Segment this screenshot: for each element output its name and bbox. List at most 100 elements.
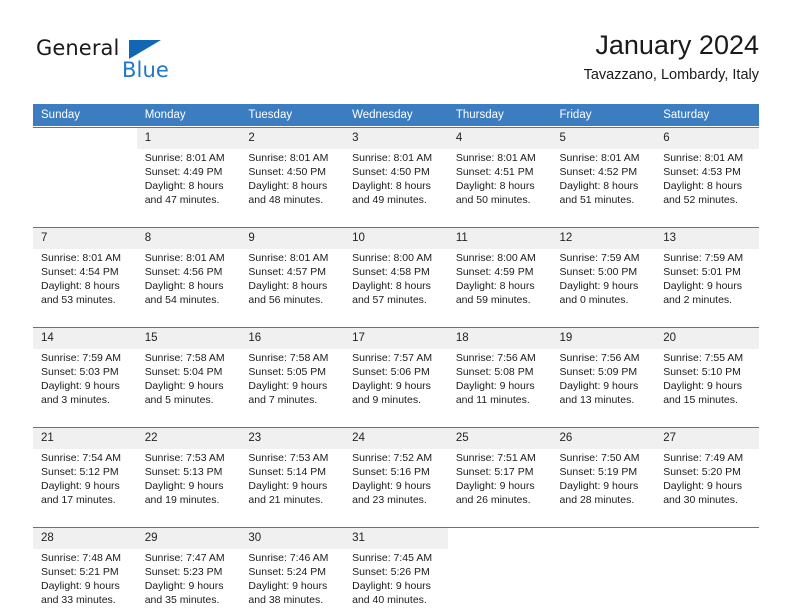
sunset-text: Sunset: 4:50 PM xyxy=(248,166,327,179)
day-number[interactable]: 22 xyxy=(136,427,241,449)
day-number[interactable]: 21 xyxy=(33,427,137,449)
day-detail: Sunrise: 7:53 AM Sunset: 5:14 PM Dayligh… xyxy=(240,449,345,515)
daylight-text-line2: and 30 minutes. xyxy=(663,494,738,507)
day-number[interactable]: 10 xyxy=(344,227,448,249)
day-detail: Sunrise: 7:47 AM Sunset: 5:23 PM Dayligh… xyxy=(136,549,241,615)
sunrise-text: Sunrise: 7:57 AM xyxy=(352,352,433,364)
day-detail: Sunrise: 8:00 AM Sunset: 4:58 PM Dayligh… xyxy=(344,249,448,315)
sunset-text: Sunset: 4:53 PM xyxy=(663,166,741,179)
week-1-daynumbers: 1 2 3 4 5 6 xyxy=(33,127,759,149)
weekday-header-sunday: Sunday xyxy=(33,104,137,126)
day-number[interactable]: 14 xyxy=(33,327,137,349)
daylight-text-line2: and 23 minutes. xyxy=(352,494,427,507)
general-blue-logo[interactable]: General Blue xyxy=(33,36,233,90)
day-detail: Sunrise: 7:50 AM Sunset: 5:19 PM Dayligh… xyxy=(551,449,656,515)
daylight-text-line2: and 33 minutes. xyxy=(41,594,116,607)
day-number[interactable]: 23 xyxy=(240,427,345,449)
daylight-text-line1: Daylight: 9 hours xyxy=(455,380,535,393)
daylight-text-line1: Daylight: 9 hours xyxy=(41,580,120,593)
sunset-text: Sunset: 5:00 PM xyxy=(559,266,638,279)
day-detail: Sunrise: 7:56 AM Sunset: 5:08 PM Dayligh… xyxy=(447,349,552,415)
day-number[interactable]: 31 xyxy=(344,527,448,549)
sunrise-text: Sunrise: 8:00 AM xyxy=(352,252,433,264)
daylight-text-line1: Daylight: 9 hours xyxy=(352,580,431,593)
day-number[interactable]: 16 xyxy=(240,327,345,349)
weekday-header-thursday: Thursday xyxy=(447,104,552,126)
daylight-text-line1: Daylight: 8 hours xyxy=(559,180,639,193)
sunset-text: Sunset: 5:19 PM xyxy=(559,466,638,479)
daylight-text-line1: Daylight: 8 hours xyxy=(248,180,328,193)
day-number[interactable]: 20 xyxy=(655,327,759,349)
day-number[interactable]: 6 xyxy=(655,127,759,149)
daylight-text-line1: Daylight: 9 hours xyxy=(559,480,639,493)
daylight-text-line2: and 9 minutes. xyxy=(352,394,421,407)
day-number[interactable]: 1 xyxy=(136,127,241,149)
day-number[interactable]: 8 xyxy=(136,227,241,249)
sunset-text: Sunset: 5:09 PM xyxy=(559,366,638,379)
sunrise-text: Sunrise: 8:01 AM xyxy=(41,252,121,264)
daylight-text-line2: and 48 minutes. xyxy=(248,194,324,207)
day-detail: Sunrise: 7:54 AM Sunset: 5:12 PM Dayligh… xyxy=(33,449,137,515)
week-divider xyxy=(33,215,759,228)
day-number[interactable]: 11 xyxy=(447,227,552,249)
daylight-text-line1: Daylight: 9 hours xyxy=(248,580,328,593)
day-number[interactable]: 12 xyxy=(551,227,656,249)
day-number[interactable]: 4 xyxy=(447,127,552,149)
day-number[interactable]: 2 xyxy=(240,127,345,149)
day-detail: Sunrise: 7:45 AM Sunset: 5:26 PM Dayligh… xyxy=(344,549,448,615)
day-number[interactable]: 18 xyxy=(447,327,552,349)
sunset-text: Sunset: 5:10 PM xyxy=(663,366,741,379)
sunrise-text: Sunrise: 7:54 AM xyxy=(41,452,121,464)
day-number[interactable]: 24 xyxy=(344,427,448,449)
day-number[interactable]: 17 xyxy=(344,327,448,349)
daylight-text-line2: and 52 minutes. xyxy=(663,194,738,207)
day-number[interactable]: 15 xyxy=(136,327,241,349)
weekday-header-monday: Monday xyxy=(136,104,241,126)
daylight-text-line1: Daylight: 9 hours xyxy=(663,380,743,393)
daylight-text-line2: and 11 minutes. xyxy=(455,394,530,407)
day-number[interactable]: 7 xyxy=(33,227,137,249)
daylight-text-line1: Daylight: 9 hours xyxy=(41,480,120,493)
day-number[interactable]: 19 xyxy=(551,327,656,349)
day-detail: Sunrise: 7:59 AM Sunset: 5:03 PM Dayligh… xyxy=(33,349,137,415)
sunset-text: Sunset: 4:52 PM xyxy=(559,166,638,179)
sunrise-text: Sunrise: 7:55 AM xyxy=(663,352,744,364)
logo-text-general: General xyxy=(36,36,120,60)
week-divider xyxy=(33,515,759,528)
day-number[interactable]: 25 xyxy=(447,427,552,449)
title-block: January 2024 Tavazzano, Lombardy, Italy xyxy=(584,28,759,84)
day-number[interactable]: 29 xyxy=(136,527,241,549)
logo-triangle-icon xyxy=(129,40,161,59)
daylight-text-line2: and 35 minutes. xyxy=(144,594,220,607)
daylight-text-line1: Daylight: 9 hours xyxy=(352,380,431,393)
daylight-text-line1: Daylight: 8 hours xyxy=(455,280,535,293)
daylight-text-line1: Daylight: 9 hours xyxy=(41,380,120,393)
sunset-text: Sunset: 4:51 PM xyxy=(455,166,534,179)
page-title: January 2024 xyxy=(595,30,759,60)
week-3-details: Sunrise: 7:59 AM Sunset: 5:03 PM Dayligh… xyxy=(33,349,759,415)
daylight-text-line1: Daylight: 8 hours xyxy=(663,180,743,193)
day-number[interactable]: 27 xyxy=(655,427,759,449)
week-2-daynumbers: 7 8 9 10 11 12 13 xyxy=(33,227,759,249)
day-detail-empty xyxy=(447,549,552,615)
day-detail-empty xyxy=(655,549,759,615)
day-number[interactable]: 28 xyxy=(33,527,137,549)
day-number[interactable]: 5 xyxy=(551,127,656,149)
sunrise-text: Sunrise: 7:48 AM xyxy=(41,552,121,564)
daylight-text-line1: Daylight: 9 hours xyxy=(144,480,224,493)
sunset-text: Sunset: 5:16 PM xyxy=(352,466,430,479)
sunset-text: Sunset: 5:03 PM xyxy=(41,366,119,379)
day-number[interactable]: 13 xyxy=(655,227,759,249)
day-number[interactable]: 9 xyxy=(240,227,345,249)
sunrise-text: Sunrise: 7:53 AM xyxy=(248,452,329,464)
sunrise-text: Sunrise: 7:45 AM xyxy=(352,552,433,564)
sunset-text: Sunset: 5:12 PM xyxy=(41,466,119,479)
day-number[interactable]: 26 xyxy=(551,427,656,449)
week-3-daynumbers: 14 15 16 17 18 19 20 xyxy=(33,327,759,349)
day-number[interactable]: 30 xyxy=(240,527,345,549)
sunrise-text: Sunrise: 7:49 AM xyxy=(663,452,744,464)
sunset-text: Sunset: 5:20 PM xyxy=(663,466,741,479)
week-5-daynumbers: 28 29 30 31 xyxy=(33,527,759,549)
day-number[interactable]: 3 xyxy=(344,127,448,149)
week-5-details: Sunrise: 7:48 AM Sunset: 5:21 PM Dayligh… xyxy=(33,549,759,615)
